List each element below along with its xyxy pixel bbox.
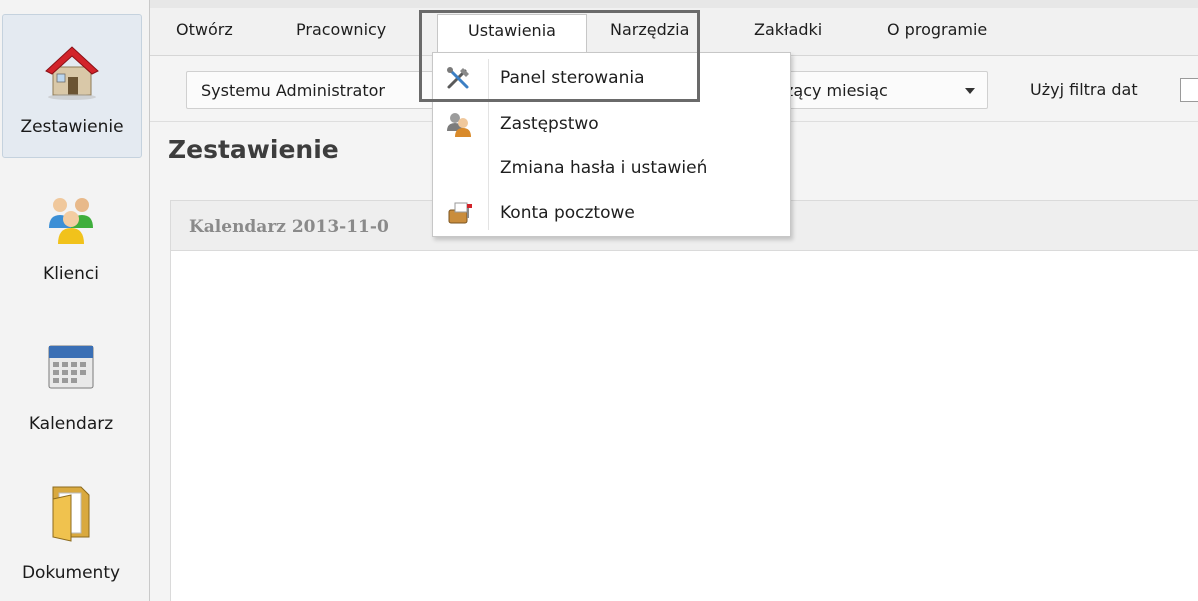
- menu-pracownicy[interactable]: Pracownicy: [296, 20, 386, 39]
- people-icon: [49, 198, 93, 244]
- sidebar-item-zestawienie[interactable]: Zestawienie: [2, 14, 142, 158]
- menu-otworz[interactable]: Otwórz: [176, 20, 233, 39]
- sidebar-item-dokumenty[interactable]: Dokumenty: [0, 475, 142, 601]
- calendar-icon: [48, 345, 94, 389]
- calendar-panel: Kalendarz 2013-11-0: [170, 200, 1198, 601]
- calendar-panel-title: Kalendarz 2013-11-0: [189, 217, 389, 237]
- mailbox-icon: [448, 202, 472, 224]
- date-filter-checkbox[interactable]: [1180, 78, 1198, 102]
- sidebar-item-label: Kalendarz: [28, 414, 114, 434]
- menu-item-zastepstwo[interactable]: Zastępstwo: [433, 103, 790, 143]
- settings-dropdown-menu: Panel sterowania Zastępstwo Zmiana hasła…: [432, 52, 791, 237]
- menu-item-label: Zastępstwo: [500, 114, 599, 134]
- menu-item-zmiana-hasla[interactable]: Zmiana hasła i ustawień: [433, 147, 790, 187]
- page-title: Zestawienie: [168, 135, 339, 164]
- menu-item-label: Panel sterowania: [500, 68, 645, 88]
- menu-item-konta-pocztowe[interactable]: Konta pocztowe: [433, 192, 790, 232]
- menu-narzedzia[interactable]: Narzędzia: [610, 20, 689, 39]
- menu-o-programie[interactable]: O programie: [887, 20, 987, 39]
- date-filter-label: Użyj filtra dat: [1030, 80, 1138, 99]
- users-substitute-icon: [447, 113, 471, 137]
- window-top-strip: [150, 0, 1198, 8]
- menu-item-label: Zmiana hasła i ustawień: [500, 158, 708, 178]
- house-icon: [45, 46, 99, 100]
- period-select[interactable]: żący miesiąc: [778, 71, 988, 109]
- menu-ustawienia[interactable]: Ustawienia: [437, 14, 587, 57]
- user-select-value: Systemu Administrator: [201, 81, 385, 100]
- left-navigation: Zestawienie Klienci Kalendarz Dokumenty: [0, 0, 150, 601]
- sidebar-item-label: Dokumenty: [21, 563, 121, 583]
- sidebar-item-label: Zestawienie: [20, 117, 124, 137]
- folder-icon: [52, 486, 90, 542]
- menu-item-label: Konta pocztowe: [500, 203, 635, 223]
- tools-icon: [447, 67, 469, 89]
- sidebar-item-kalendarz[interactable]: Kalendarz: [0, 330, 142, 450]
- menu-item-panel-sterowania[interactable]: Panel sterowania: [433, 57, 790, 97]
- chevron-down-icon: [965, 88, 975, 94]
- menu-zakladki[interactable]: Zakładki: [754, 20, 822, 39]
- period-select-value: żący miesiąc: [785, 81, 888, 100]
- sidebar-item-label: Klienci: [43, 264, 99, 284]
- menu-bar: Otwórz Pracownicy Ustawienia Narzędzia Z…: [150, 8, 1198, 57]
- sidebar-item-klienci[interactable]: Klienci: [0, 180, 142, 300]
- user-select[interactable]: Systemu Administrator: [186, 71, 456, 109]
